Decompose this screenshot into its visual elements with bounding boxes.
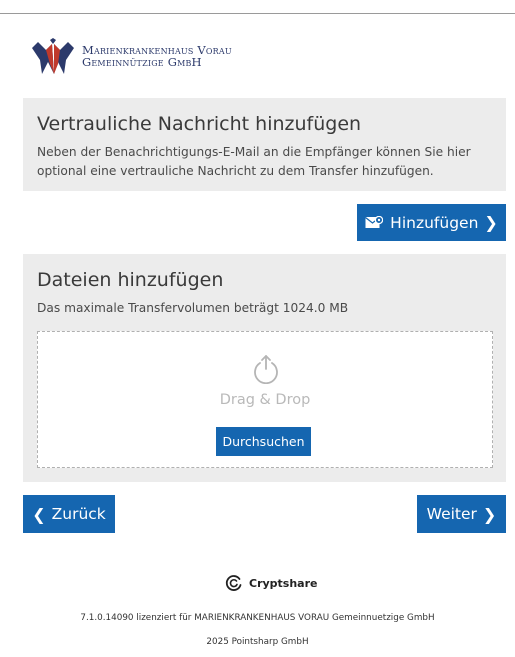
cryptshare-brand: Cryptshare	[225, 574, 318, 592]
hospital-name: Marienkrankenhaus Vorau Gemeinnützige Gm…	[82, 44, 232, 68]
confidential-message-panel: Vertrauliche Nachricht hinzufügen Neben …	[23, 98, 506, 191]
cryptshare-brand-name: Cryptshare	[249, 576, 318, 590]
add-files-title: Dateien hinzufügen	[37, 269, 224, 291]
back-button[interactable]: ❮ Zurück	[23, 495, 115, 533]
bird-wings-logo-icon	[32, 38, 74, 74]
transfer-limit-text: Das maximale Transfervolumen beträgt 102…	[37, 301, 349, 315]
top-divider	[0, 13, 515, 14]
upload-icon	[254, 355, 278, 384]
add-message-button[interactable]: Hinzufügen ❯	[357, 204, 506, 241]
hospital-name-line2: Gemeinnützige GmbH	[82, 55, 202, 69]
chevron-left-icon: ❮	[32, 504, 46, 524]
drag-drop-label: Drag & Drop	[219, 392, 311, 408]
copyright-text: 2025 Pointsharp GmbH	[206, 637, 309, 647]
cryptshare-logo-icon	[225, 575, 242, 591]
hospital-logo: Marienkrankenhaus Vorau Gemeinnützige Gm…	[32, 36, 232, 76]
back-label: Zurück	[51, 505, 106, 523]
license-text: 7.1.0.14090 lizenziert für MARIENKRANKEN…	[80, 613, 435, 623]
chevron-right-icon: ❯	[482, 504, 497, 524]
add-message-label: Hinzufügen	[390, 213, 479, 232]
browse-button[interactable]: Durchsuchen	[216, 427, 311, 456]
confidential-message-title: Vertrauliche Nachricht hinzufügen	[37, 113, 362, 135]
confidential-message-description: Neben der Benachrichtigungs-E-Mail an di…	[37, 145, 471, 178]
chevron-right-icon: ❯	[484, 213, 498, 232]
next-label: Weiter	[426, 505, 477, 523]
next-button[interactable]: Weiter ❯	[417, 495, 506, 533]
envelope-icon	[365, 216, 384, 228]
